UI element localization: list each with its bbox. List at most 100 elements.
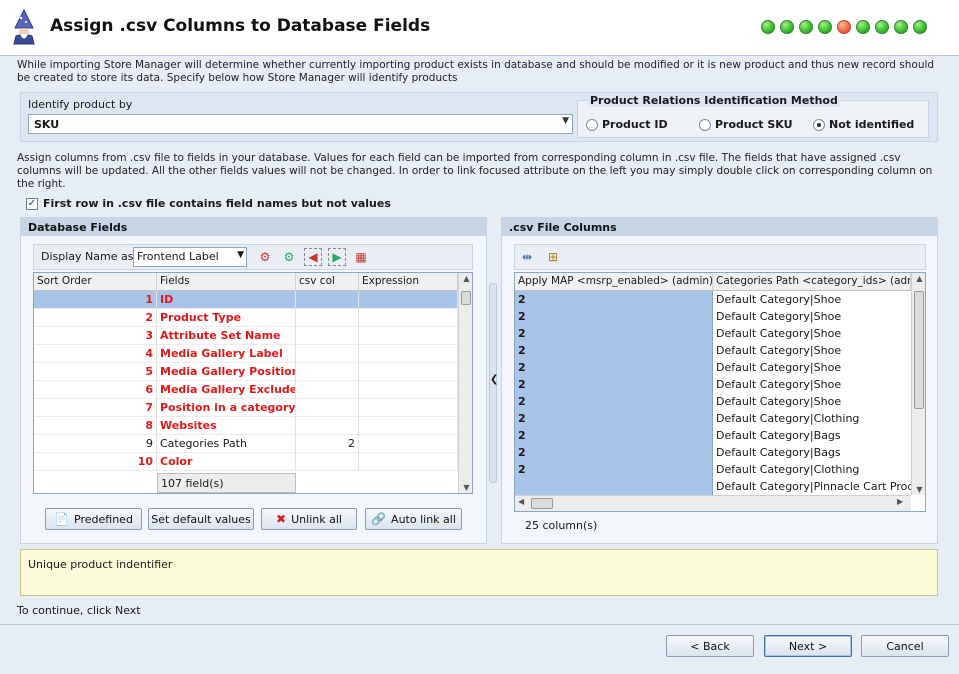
table-cell-order[interactable]: 6: [34, 381, 157, 399]
table-cell-expr[interactable]: [359, 291, 458, 309]
table-row[interactable]: 2 Default Category|Shoe: [515, 359, 911, 376]
table-row[interactable]: 2 Default Category|Clothing: [515, 410, 911, 427]
scroll-right-icon[interactable]: ▶: [897, 497, 903, 506]
table-row[interactable]: 6 Media Gallery Exclude: [34, 381, 458, 399]
table-cell-field[interactable]: Color: [157, 453, 296, 471]
table-cell-path[interactable]: Default Category|Pinnacle Cart Products: [713, 478, 911, 495]
table-row[interactable]: 2 Default Category|Shoe: [515, 393, 911, 410]
table-cell-expr[interactable]: [359, 363, 458, 381]
table-cell-order[interactable]: 5: [34, 363, 157, 381]
move-right-icon[interactable]: ▶: [328, 248, 346, 266]
table-cell-csv[interactable]: [296, 363, 359, 381]
table-row[interactable]: 4 Media Gallery Label: [34, 345, 458, 363]
predefined-button[interactable]: 📄 Predefined: [45, 508, 142, 530]
table-cell-field[interactable]: Media Gallery Position: [157, 363, 296, 381]
calendar-icon[interactable]: ▦: [352, 248, 370, 266]
table-cell-csv[interactable]: [296, 399, 359, 417]
cancel-button[interactable]: Cancel: [861, 635, 949, 657]
table-cell-path[interactable]: Default Category|Shoe: [713, 342, 911, 359]
table-cell-csv[interactable]: [296, 345, 359, 363]
set-default-values-button[interactable]: Set default values: [148, 508, 254, 530]
table-cell-path[interactable]: Default Category|Shoe: [713, 308, 911, 325]
column-header-apply-map[interactable]: Apply MAP <msrp_enabled> (admin) (1): [515, 273, 713, 291]
table-cell-map[interactable]: 2: [515, 393, 713, 410]
table-cell-map[interactable]: 2: [515, 427, 713, 444]
table-cell-order[interactable]: 3: [34, 327, 157, 345]
table-cell-map[interactable]: [515, 478, 713, 495]
unlink-all-button[interactable]: ✖ Unlink all: [261, 508, 357, 530]
table-row[interactable]: 2 Default Category|Clothing: [515, 461, 911, 478]
table-cell-order[interactable]: 8: [34, 417, 157, 435]
scroll-left-icon[interactable]: ◀: [518, 497, 524, 506]
table-cell-map[interactable]: 2: [515, 461, 713, 478]
table-cell-map[interactable]: 2: [515, 444, 713, 461]
table-row[interactable]: 2 Default Category|Bags: [515, 444, 911, 461]
table-cell-csv[interactable]: [296, 327, 359, 345]
scroll-thumb[interactable]: [531, 498, 553, 509]
table-cell-field[interactable]: Media Gallery Label: [157, 345, 296, 363]
table-cell-path[interactable]: Default Category|Clothing: [713, 461, 911, 478]
radio-icon[interactable]: [586, 118, 598, 131]
table-cell-path[interactable]: Default Category|Shoe: [713, 376, 911, 393]
table-cell-expr[interactable]: [359, 309, 458, 327]
column-header-sort-order[interactable]: Sort Order: [34, 273, 157, 291]
table-cell-expr[interactable]: [359, 345, 458, 363]
link-add-icon[interactable]: ⚙: [280, 248, 298, 266]
settings-icon[interactable]: ⊞: [544, 248, 562, 266]
fit-columns-icon[interactable]: ⇹: [518, 248, 536, 266]
table-cell-order[interactable]: 7: [34, 399, 157, 417]
database-fields-grid[interactable]: Sort Order Fields csv col Expression 1 ID…: [33, 272, 473, 494]
table-cell-path[interactable]: Default Category|Bags: [713, 427, 911, 444]
back-button[interactable]: < Back: [666, 635, 754, 657]
scroll-up-icon[interactable]: ▲: [912, 274, 925, 283]
column-header-categories-path[interactable]: Categories Path <category_ids> (admin: [713, 273, 911, 291]
table-row[interactable]: 10 Color: [34, 453, 458, 471]
table-cell-expr[interactable]: [359, 435, 458, 453]
table-cell-expr[interactable]: [359, 381, 458, 399]
table-cell-csv[interactable]: [296, 381, 359, 399]
table-cell-csv[interactable]: [296, 453, 359, 471]
table-cell-expr[interactable]: [359, 453, 458, 471]
table-cell-path[interactable]: Default Category|Shoe: [713, 325, 911, 342]
radio-product-sku[interactable]: Product SKU: [699, 118, 793, 131]
next-button[interactable]: Next >: [764, 635, 852, 657]
auto-link-all-button[interactable]: 🔗 Auto link all: [365, 508, 462, 530]
table-row[interactable]: 2 Default Category|Shoe: [515, 308, 911, 325]
column-header-fields[interactable]: Fields: [157, 273, 296, 291]
table-cell-csv[interactable]: [296, 309, 359, 327]
table-cell-path[interactable]: Default Category|Shoe: [713, 359, 911, 376]
column-header-csv-col[interactable]: csv col: [296, 273, 359, 291]
table-cell-csv[interactable]: [296, 291, 359, 309]
table-cell-field[interactable]: Position in a category: [157, 399, 296, 417]
table-row[interactable]: 2 Default Category|Shoe: [515, 376, 911, 393]
scroll-down-icon[interactable]: ▼: [459, 483, 472, 492]
table-cell-order[interactable]: 10: [34, 453, 157, 471]
table-cell-field[interactable]: Categories Path: [157, 435, 296, 453]
table-cell-order[interactable]: 9: [34, 435, 157, 453]
checkbox-checked-icon[interactable]: ✓: [26, 197, 38, 210]
table-row[interactable]: 2 Default Category|Bags: [515, 427, 911, 444]
scroll-thumb[interactable]: [461, 291, 471, 305]
table-cell-order[interactable]: 2: [34, 309, 157, 327]
table-row[interactable]: 2 Default Category|Shoe: [515, 325, 911, 342]
table-cell-map[interactable]: 2: [515, 308, 713, 325]
radio-icon[interactable]: [699, 118, 711, 131]
table-cell-expr[interactable]: [359, 417, 458, 435]
table-cell-map[interactable]: 2: [515, 359, 713, 376]
chevron-down-icon[interactable]: ▼: [237, 250, 244, 260]
table-row[interactable]: 3 Attribute Set Name: [34, 327, 458, 345]
table-row[interactable]: 2 Product Type: [34, 309, 458, 327]
horizontal-scrollbar[interactable]: ◀ ▶: [515, 495, 911, 511]
csv-columns-grid[interactable]: Apply MAP <msrp_enabled> (admin) (1) Cat…: [514, 272, 926, 512]
table-row[interactable]: 2 Default Category|Shoe: [515, 291, 911, 308]
table-cell-map[interactable]: 2: [515, 342, 713, 359]
table-cell-field[interactable]: Product Type: [157, 309, 296, 327]
table-row[interactable]: 1 ID: [34, 291, 458, 309]
table-cell-csv[interactable]: 2: [296, 435, 359, 453]
table-cell-path[interactable]: Default Category|Clothing: [713, 410, 911, 427]
table-cell-field[interactable]: Media Gallery Exclude: [157, 381, 296, 399]
vertical-scrollbar[interactable]: ▲ ▼: [458, 273, 472, 493]
table-cell-field[interactable]: Attribute Set Name: [157, 327, 296, 345]
table-cell-path[interactable]: Default Category|Shoe: [713, 291, 911, 308]
vertical-scrollbar[interactable]: ▲ ▼: [911, 273, 925, 495]
